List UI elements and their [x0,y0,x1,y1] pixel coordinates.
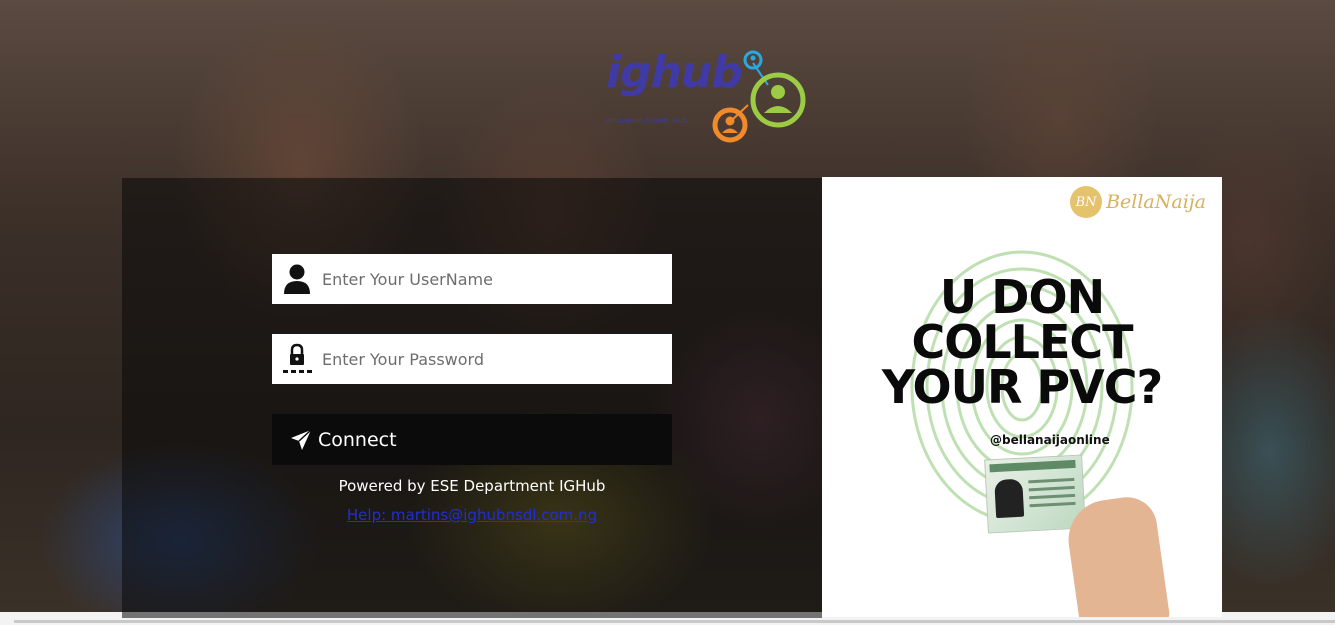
card-text-line [1029,493,1076,500]
bellanaija-wordmark: BellaNaija [1106,191,1206,213]
hand-image [1063,493,1171,617]
bn-monogram: BN [1070,186,1103,218]
connect-label: Connect [318,428,397,451]
horizontal-scrollbar[interactable] [14,620,1335,623]
pvc-advert-banner: BN BellaNaija U DON COLLECT YOUR PVC? @b… [822,177,1222,617]
send-arrow-icon [290,428,318,451]
logo-people-icon [712,50,806,143]
help-email-link[interactable]: Help: martins@ighubnsdl.com.ng [347,506,597,524]
connect-button[interactable]: Connect [272,414,672,465]
advert-handle: @bellanaijaonline [990,433,1110,447]
username-input[interactable] [322,259,662,299]
headline-line-3: YOUR PVC? [881,360,1163,414]
card-text-line [1028,485,1075,492]
powered-by-text: Powered by ESE Department IGHub [338,477,606,495]
pvc-card-image [984,454,1086,534]
logo-subtitle: Innovation Growth Hub [606,117,687,125]
help-row: Help: martins@ighubnsdl.com.ng [272,506,672,524]
headline-line-1: U DON [939,270,1105,324]
headline-line-2: COLLECT [911,315,1133,369]
user-icon [272,254,322,304]
card-header-band [989,459,1076,473]
lock-icon [272,334,322,384]
card-portrait [994,478,1025,519]
password-input[interactable] [322,339,662,379]
password-row [272,334,672,384]
login-panel [122,178,822,618]
bellanaija-brand: BN BellaNaija [1070,186,1206,218]
ighub-logo: ighub Innovation Growth Hub [600,45,815,145]
card-text-line [1029,501,1076,508]
username-row [272,254,672,304]
advert-headline: U DON COLLECT YOUR PVC? [822,270,1222,414]
card-text-line [1028,477,1075,484]
